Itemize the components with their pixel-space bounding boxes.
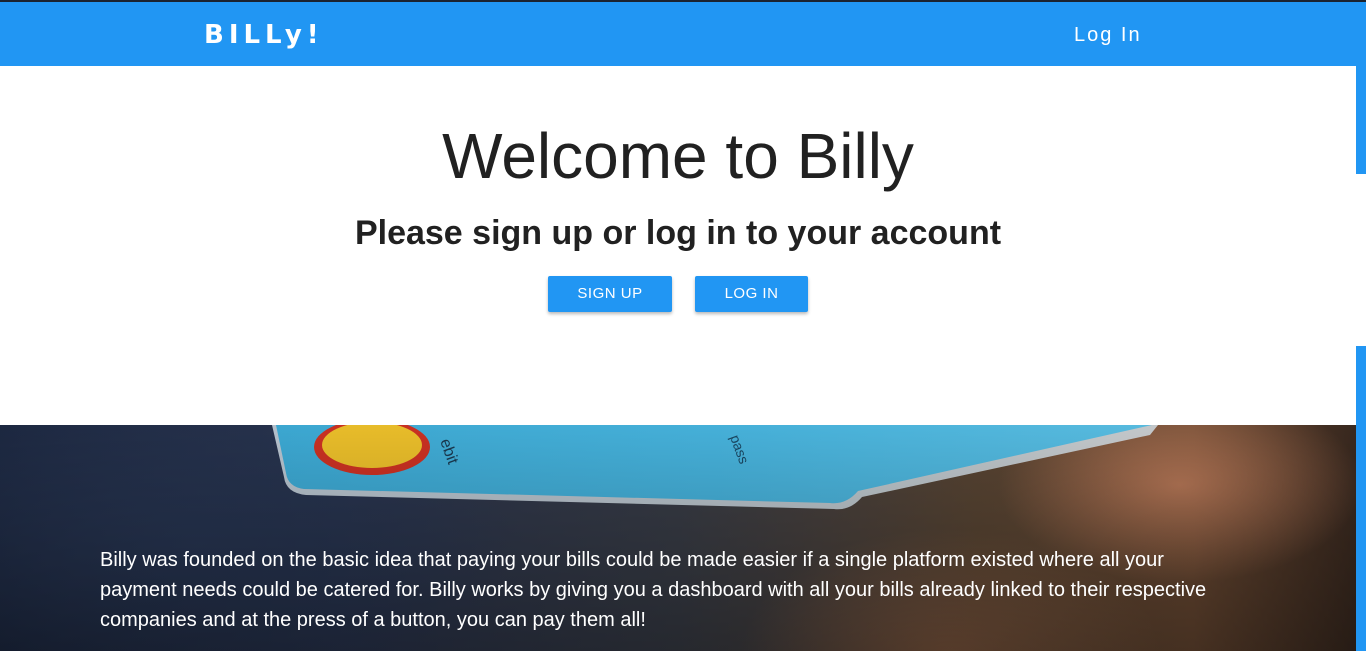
brand-logo[interactable]: BILLy! [204, 19, 324, 51]
about-banner: ebit pass Billy was founded on the basic… [0, 425, 1356, 651]
nav-login-link[interactable]: Log In [1074, 22, 1142, 48]
sign-up-button[interactable]: SIGN UP [548, 276, 672, 312]
page-subtitle: Please sign up or log in to your account [354, 214, 1002, 252]
page: BILLy! Log In Welcome to Billy Please si… [0, 0, 1366, 651]
about-description: Billy was founded on the basic idea that… [100, 549, 1207, 631]
log-in-button[interactable]: LOG IN [695, 276, 808, 312]
top-navbar: BILLy! Log In [0, 0, 1366, 66]
scrollbar-accent-top [1356, 66, 1366, 174]
page-title: Welcome to Billy [442, 120, 914, 192]
scrollbar-accent-bottom [1356, 346, 1366, 651]
hero-section: Welcome to Billy Please sign up or log i… [0, 66, 1356, 425]
